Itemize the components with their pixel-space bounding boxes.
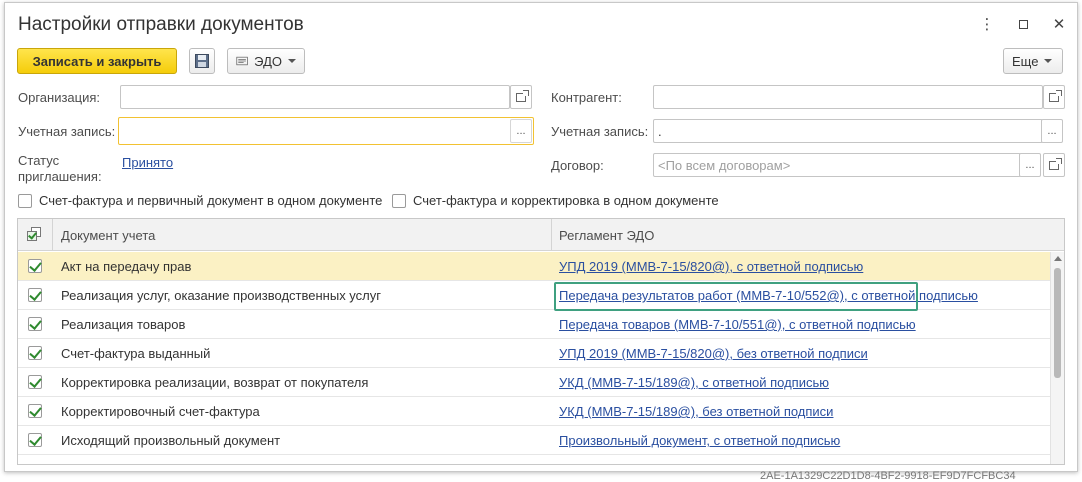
counterparty-account-select-button[interactable]: ...	[1041, 119, 1063, 143]
column-header-document[interactable]: Документ учета	[61, 228, 155, 243]
combined-correction-label: Счет-фактура и корректировка в одном док…	[413, 193, 719, 208]
toolbar: Записать и закрыть ЭДО Еще	[17, 48, 1065, 74]
save-and-close-button[interactable]: Записать и закрыть	[17, 48, 177, 74]
organization-field[interactable]	[120, 85, 510, 109]
row-regulation-link[interactable]: УПД 2019 (ММВ-7-15/820@), с ответной под…	[559, 259, 863, 274]
counterparty-input[interactable]	[658, 88, 1038, 106]
open-icon	[1049, 157, 1062, 170]
header-divider	[551, 219, 552, 251]
table-body: Акт на передачу прав УПД 2019 (ММВ-7-15/8…	[18, 252, 1052, 455]
edo-exchange-icon	[236, 56, 248, 66]
documents-table: Документ учета Регламент ЭДО Акт на пере…	[17, 218, 1065, 465]
contract-label: Договор:	[551, 158, 604, 173]
row-checkbox[interactable]	[28, 317, 42, 331]
row-document-name: Корректировка реализации, возврат от пок…	[61, 375, 369, 390]
row-regulation-link[interactable]: УПД 2019 (ММВ-7-15/820@), без ответной п…	[559, 346, 868, 361]
counterparty-field[interactable]	[653, 85, 1043, 109]
row-document-name: Реализация товаров	[61, 317, 186, 332]
column-header-regulation[interactable]: Регламент ЭДО	[559, 228, 654, 243]
table-row[interactable]: Акт на передачу прав УПД 2019 (ММВ-7-15/8…	[18, 252, 1052, 281]
table-row[interactable]: Исходящий произвольный документ Произволь…	[18, 426, 1052, 455]
check-all-icon[interactable]	[27, 227, 41, 241]
counterparty-account-field[interactable]	[653, 119, 1043, 143]
more-actions-icon[interactable]: ⋮	[979, 15, 995, 33]
row-checkbox[interactable]	[28, 346, 42, 360]
account-field[interactable]: ...	[118, 117, 534, 145]
invitation-status-link[interactable]: Принято	[122, 155, 173, 170]
dropdown-caret-icon	[288, 59, 296, 63]
counterparty-account-label: Учетная запись:	[551, 124, 649, 139]
table-row[interactable]: Корректировочный счет-фактура УКД (ММВ-7-…	[18, 397, 1052, 426]
edo-button-label: ЭДО	[254, 53, 282, 69]
save-button[interactable]	[189, 48, 215, 74]
open-icon	[1049, 89, 1062, 102]
window-title: Настройки отправки документов	[18, 14, 304, 35]
contract-input[interactable]	[658, 156, 1018, 174]
edo-menu-button[interactable]: ЭДО	[227, 48, 305, 74]
more-button-label: Еще	[1012, 53, 1039, 69]
close-icon[interactable]: ✕	[1051, 15, 1067, 33]
invitation-status-label-line1: Статус	[18, 153, 60, 168]
account-input[interactable]	[123, 122, 507, 140]
counterparty-account-input[interactable]	[658, 122, 1038, 140]
combined-primary-option[interactable]: Счет-фактура и первичный документ в одно…	[18, 193, 382, 208]
title-bar: Настройки отправки документов ⋮ ✕	[5, 3, 1077, 45]
dropdown-caret-icon	[1044, 59, 1053, 63]
row-checkbox[interactable]	[28, 404, 42, 418]
window-controls: ⋮ ✕	[979, 15, 1067, 33]
vertical-scrollbar[interactable]	[1050, 252, 1064, 464]
contract-field[interactable]	[653, 153, 1021, 177]
row-document-name: Корректировочный счет-фактура	[61, 404, 260, 419]
invitation-status-label-line2: приглашения:	[18, 169, 102, 184]
scroll-thumb[interactable]	[1054, 268, 1061, 378]
scroll-up-icon[interactable]	[1054, 256, 1062, 261]
row-checkbox[interactable]	[28, 259, 42, 273]
table-header: Документ учета Регламент ЭДО	[18, 219, 1064, 251]
more-button[interactable]: Еще	[1003, 48, 1063, 74]
row-checkbox[interactable]	[28, 288, 42, 302]
table-row[interactable]: Реализация услуг, оказание производствен…	[18, 281, 1052, 310]
row-checkbox[interactable]	[28, 375, 42, 389]
organization-label: Организация:	[18, 90, 101, 105]
floppy-disk-icon	[195, 54, 209, 68]
row-regulation-link[interactable]: Передача товаров (ММВ-7-10/551@), с отве…	[559, 317, 916, 332]
organization-input[interactable]	[125, 88, 505, 106]
table-row[interactable]: Счет-фактура выданный УПД 2019 (ММВ-7-15/…	[18, 339, 1052, 368]
combined-primary-label: Счет-фактура и первичный документ в одно…	[39, 193, 383, 208]
background-id-text: 2AE-1A1329C22D1D8-4BF2-9918-EF9D7FCFBC34	[760, 470, 1016, 482]
account-select-button[interactable]: ...	[510, 119, 532, 143]
combined-correction-checkbox[interactable]	[392, 193, 406, 208]
combined-primary-checkbox[interactable]	[18, 193, 32, 208]
table-row[interactable]: Корректировка реализации, возврат от пок…	[18, 368, 1052, 397]
counterparty-open-button[interactable]	[1043, 85, 1065, 109]
row-document-name: Счет-фактура выданный	[61, 346, 211, 361]
row-document-name: Исходящий произвольный документ	[61, 433, 281, 448]
maximize-icon[interactable]	[1015, 15, 1031, 33]
row-checkbox[interactable]	[28, 433, 42, 447]
invitation-status-label: Статус приглашения:	[18, 153, 102, 185]
account-label: Учетная запись:	[18, 124, 116, 139]
combined-correction-option[interactable]: Счет-фактура и корректировка в одном док…	[392, 193, 719, 208]
table-row[interactable]: Реализация товаров Передача товаров (ММВ-…	[18, 310, 1052, 339]
open-icon	[516, 89, 529, 102]
header-divider	[52, 219, 53, 251]
row-regulation-link[interactable]: УКД (ММВ-7-15/189@), с ответной подписью	[559, 375, 829, 390]
counterparty-label: Контрагент:	[551, 90, 622, 105]
settings-window: Настройки отправки документов ⋮ ✕ Записа…	[4, 2, 1078, 472]
contract-select-button[interactable]: ...	[1019, 153, 1041, 177]
row-regulation-link[interactable]: УКД (ММВ-7-15/189@), без ответной подпис…	[559, 404, 833, 419]
row-document-name: Акт на передачу прав	[61, 259, 192, 274]
row-regulation-link[interactable]: Передача результатов работ (ММВ-7-10/552…	[559, 288, 978, 303]
organization-open-button[interactable]	[510, 85, 532, 109]
contract-open-button[interactable]	[1043, 153, 1065, 177]
row-regulation-link[interactable]: Произвольный документ, с ответной подпис…	[559, 433, 840, 448]
row-document-name: Реализация услуг, оказание производствен…	[61, 288, 381, 303]
